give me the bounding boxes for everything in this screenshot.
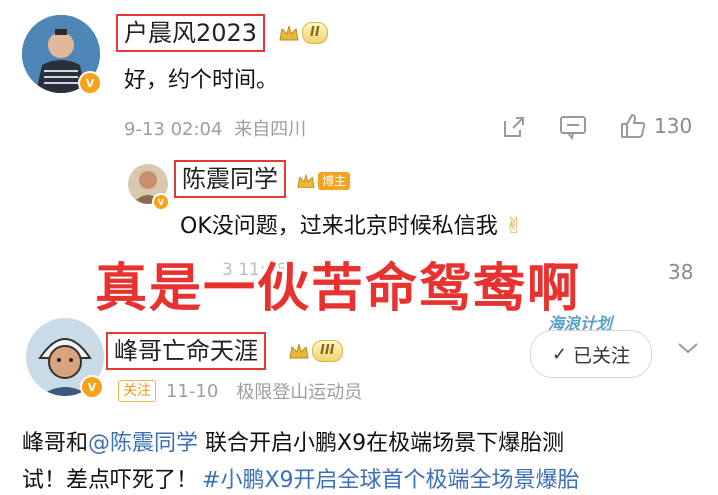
verified-icon: V	[80, 375, 104, 399]
like-count: 130	[654, 114, 693, 138]
crown-icon	[297, 174, 315, 188]
post-level-badge: III	[288, 340, 343, 362]
reply-text: OK没问题，过来北京时候私信我 ✌	[180, 208, 523, 240]
comment-icon[interactable]	[558, 113, 588, 145]
post-level: III	[312, 340, 343, 362]
mention-link[interactable]: @陈震同学	[88, 431, 198, 456]
follow-tag: 关注	[118, 380, 156, 402]
post-body-line2-text: 试！差点吓死了！	[22, 468, 199, 493]
blogger-badge: 博主	[318, 172, 351, 190]
chevron-down-icon[interactable]	[676, 338, 700, 362]
check-icon: ✓	[551, 343, 568, 365]
like-button[interactable]: 130	[618, 111, 692, 141]
comment1-location: 来自四川	[234, 119, 307, 140]
comment1-timestamp: 9-13 02:04	[124, 119, 223, 140]
post-identity: 极限登山运动员	[236, 382, 363, 403]
post-body-suffix: 联合开启小鹏X9在极端场景下爆胎测	[198, 431, 565, 456]
comment1-username[interactable]: 户晨风2023	[116, 14, 266, 52]
post-username-text: 峰哥亡命天涯	[114, 337, 258, 365]
reply-username[interactable]: 陈震同学	[174, 160, 286, 198]
post-body-line1: 峰哥和@陈震同学 联合开启小鹏X9在极端场景下爆胎测	[22, 425, 564, 457]
comment1-level: II	[302, 22, 328, 44]
comment1-username-text: 户晨风2023	[124, 19, 258, 47]
reply-username-text: 陈震同学	[182, 165, 278, 193]
post-meta: 关注 11-10 极限登山运动员	[118, 378, 362, 404]
crown-icon	[289, 343, 309, 359]
victory-emoji: ✌	[504, 214, 524, 239]
crown-icon	[279, 25, 299, 41]
share-icon[interactable]	[500, 113, 528, 145]
post-date: 11-10	[166, 380, 219, 402]
post-username[interactable]: 峰哥亡命天涯	[106, 332, 266, 370]
reply-count-partial: 38	[668, 260, 694, 284]
post-body-prefix: 峰哥和	[22, 431, 89, 456]
reply-text-content: OK没问题，过来北京时候私信我	[180, 214, 498, 239]
comment1-text: 好，约个时间。	[124, 68, 279, 93]
verified-icon: V	[78, 71, 102, 95]
overlay-caption: 真是一伙苦命鸳鸯啊	[95, 259, 582, 319]
comment1-meta: 9-13 02:04 来自四川	[124, 115, 306, 141]
post-body-line2: 试！差点吓死了！ #小鹏X9开启全球首个极端全场景爆胎	[22, 462, 580, 494]
hashtag-link[interactable]: #小鹏X9开启全球首个极端全场景爆胎	[202, 468, 580, 493]
like-icon	[621, 114, 646, 138]
followed-label: 已关注	[573, 344, 631, 367]
comment1-level-badge: II	[278, 22, 328, 44]
verified-icon: V	[152, 193, 170, 211]
followed-button[interactable]: ✓ 已关注	[530, 330, 652, 378]
reply-blogger-badge: 博主	[296, 172, 351, 190]
